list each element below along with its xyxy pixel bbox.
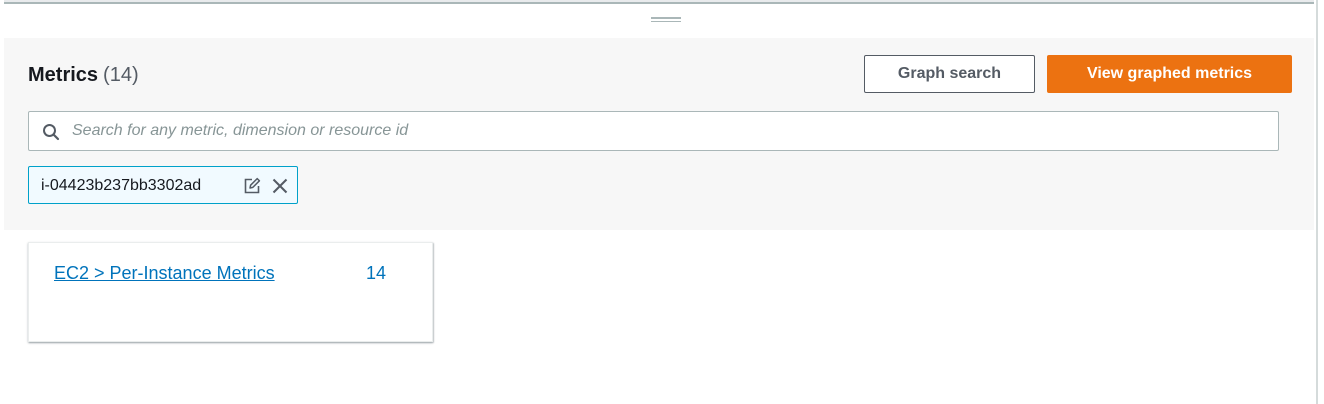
search-box bbox=[28, 111, 1279, 151]
namespace-metric-count: 14 bbox=[366, 263, 387, 283]
view-graphed-metrics-button[interactable]: View graphed metrics bbox=[1047, 55, 1292, 93]
search-input[interactable] bbox=[72, 112, 1262, 150]
graph-search-button[interactable]: Graph search bbox=[864, 55, 1035, 93]
resize-handle-icon[interactable] bbox=[651, 17, 681, 25]
metrics-panel: Metrics (14) Graph search View graphed me… bbox=[0, 0, 1318, 404]
filter-token: i-04423b237bb3302ad bbox=[28, 166, 298, 204]
graph-panel-bottom-edge bbox=[4, 0, 1314, 4]
metrics-title-text: Metrics bbox=[28, 64, 99, 86]
edit-icon[interactable] bbox=[243, 177, 261, 195]
filter-token-label: i-04423b237bb3302ad bbox=[41, 177, 202, 194]
namespace-card: EC2 > Per-Instance Metrics 14 bbox=[28, 242, 433, 342]
metrics-count: (14) bbox=[103, 64, 139, 86]
namespace-link[interactable]: EC2 > Per-Instance Metrics bbox=[54, 263, 275, 284]
search-icon bbox=[43, 124, 60, 141]
page-title: Metrics (14) bbox=[28, 64, 139, 87]
close-icon[interactable] bbox=[270, 176, 290, 196]
